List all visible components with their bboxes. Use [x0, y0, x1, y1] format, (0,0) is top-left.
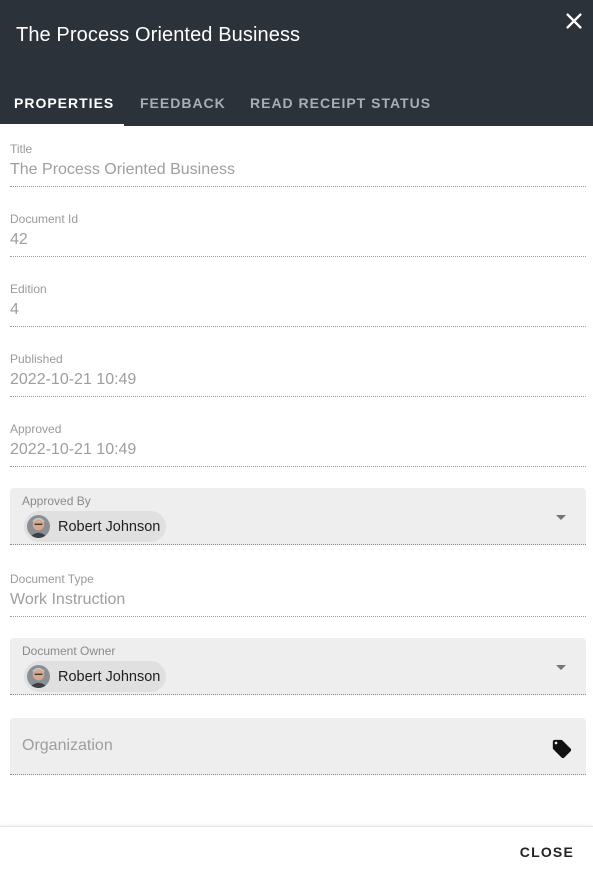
- tab-bar: PROPERTIES FEEDBACK READ RECEIPT STATUS: [0, 80, 447, 126]
- document-type-field: Document Type Work Instruction: [10, 556, 586, 617]
- approved-field: Approved 2022-10-21 10:49: [10, 406, 586, 467]
- chevron-down-icon[interactable]: [556, 665, 566, 670]
- document-owner-label: Document Owner: [22, 644, 116, 658]
- published-value: 2022-10-21 10:49: [10, 371, 137, 388]
- approved-underline: [10, 466, 586, 467]
- approved-by-name: Robert Johnson: [58, 518, 161, 535]
- avatar: [27, 515, 50, 538]
- organization-underline: [10, 774, 586, 775]
- chevron-down-icon[interactable]: [556, 515, 566, 520]
- edition-value: 4: [10, 301, 19, 318]
- document-id-underline: [10, 256, 586, 257]
- avatar: [27, 665, 50, 688]
- organization-field[interactable]: Organization: [10, 718, 586, 775]
- published-underline: [10, 396, 586, 397]
- document-id-value: 42: [10, 231, 28, 248]
- approved-value: 2022-10-21 10:49: [10, 441, 137, 458]
- title-field: Title The Process Oriented Business: [10, 126, 586, 187]
- approved-by-select[interactable]: Approved By Robert Johnson: [10, 488, 586, 545]
- organization-placeholder: Organization: [22, 737, 113, 754]
- document-id-label: Document Id: [10, 212, 79, 226]
- dialog-footer: CLOSE: [0, 826, 593, 874]
- approved-by-label: Approved By: [22, 494, 91, 508]
- edition-field: Edition 4: [10, 266, 586, 327]
- approved-label: Approved: [10, 422, 62, 436]
- dialog-header: The Process Oriented Business PROPERTIES…: [0, 0, 593, 126]
- document-type-value: Work Instruction: [10, 591, 126, 608]
- title-label: Title: [10, 142, 33, 156]
- close-button[interactable]: CLOSE: [520, 844, 574, 860]
- document-owner-underline: [10, 694, 586, 695]
- title-value: The Process Oriented Business: [10, 161, 235, 178]
- document-type-underline: [10, 616, 586, 617]
- published-field: Published 2022-10-21 10:49: [10, 336, 586, 397]
- document-owner-select[interactable]: Document Owner Robert Johnson: [10, 638, 586, 695]
- edition-underline: [10, 326, 586, 327]
- approved-by-chip[interactable]: Robert Johnson: [24, 511, 167, 542]
- edition-label: Edition: [10, 282, 47, 296]
- document-owner-chip[interactable]: Robert Johnson: [24, 661, 167, 692]
- published-label: Published: [10, 352, 63, 366]
- document-type-label: Document Type: [10, 572, 94, 586]
- dialog-title: The Process Oriented Business: [16, 24, 301, 46]
- title-underline: [10, 186, 586, 187]
- tab-properties[interactable]: PROPERTIES: [0, 80, 124, 126]
- tab-read-receipt-status[interactable]: READ RECEIPT STATUS: [232, 80, 447, 126]
- document-owner-name: Robert Johnson: [58, 668, 161, 685]
- properties-panel: Title The Process Oriented Business Docu…: [0, 126, 593, 826]
- document-id-field: Document Id 42: [10, 196, 586, 257]
- tag-icon[interactable]: [551, 738, 573, 760]
- tab-feedback[interactable]: FEEDBACK: [124, 80, 232, 126]
- approved-by-underline: [10, 544, 586, 545]
- close-icon[interactable]: [563, 10, 585, 32]
